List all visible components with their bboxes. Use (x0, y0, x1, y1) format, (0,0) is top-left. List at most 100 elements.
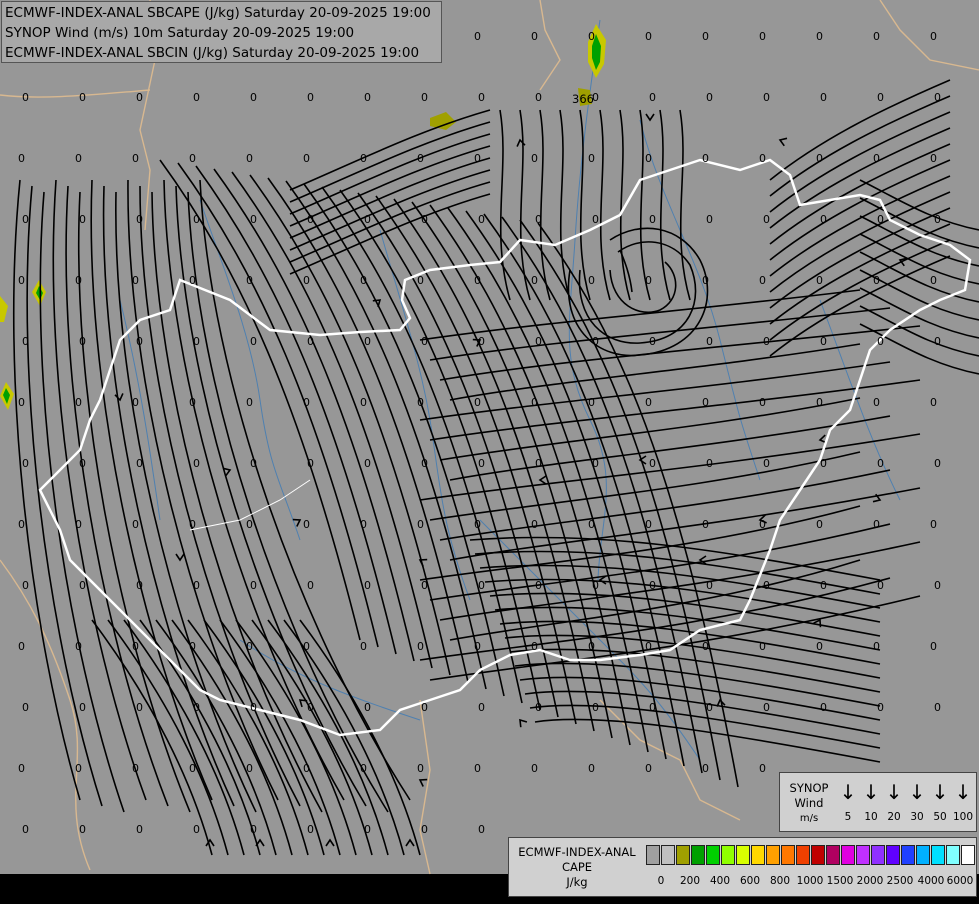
cin-value-150: 0 (307, 579, 314, 592)
cin-value-53: 0 (592, 213, 599, 226)
cin-value-178: 0 (930, 640, 937, 653)
cin-value-186: 0 (421, 701, 428, 714)
cin-value-128: 0 (18, 518, 25, 531)
cin-value-52: 0 (535, 213, 542, 226)
cin-value-65: 0 (303, 274, 310, 287)
cin-value-162: 0 (18, 640, 25, 653)
cin-value-190: 0 (649, 701, 656, 714)
wind-legend-arrow-icon: ↓ (908, 780, 926, 804)
cin-value-136: 0 (474, 518, 481, 531)
cin-value-76: 0 (930, 274, 937, 287)
cape-scale-tick: 2500 (886, 875, 914, 887)
wind-legend-arrow-icon: ↓ (862, 780, 880, 804)
cin-value-85: 0 (478, 335, 485, 348)
cin-value-194: 0 (877, 701, 884, 714)
cin-value-43: 0 (22, 213, 29, 226)
cin-value-137: 0 (531, 518, 538, 531)
cin-value-119: 0 (478, 457, 485, 470)
cin-value-180: 0 (79, 701, 86, 714)
cin-value-96: 0 (132, 396, 139, 409)
cin-value-82: 0 (307, 335, 314, 348)
cin-value-34: 0 (474, 152, 481, 165)
wind-legend-label: SYNOP Wind m/s (784, 781, 834, 826)
cin-value-120: 0 (535, 457, 542, 470)
cin-value-13: 0 (250, 91, 257, 104)
cin-value-42: 0 (930, 152, 937, 165)
cin-value-169: 0 (417, 640, 424, 653)
cape-color-scale (646, 845, 976, 865)
weather-map[interactable]: 0 0 0 0 0 0 0 0 0 0 0 0 0 0 0 0 0 0 0 0 0 0 0 0 0 0 0 0 0 0 0 0 0 0 0 0 0 0 0 0… (0, 0, 979, 900)
cin-value-113: 0 (136, 457, 143, 470)
cin-value-211: 0 (79, 823, 86, 836)
cape-color-swatch (871, 845, 885, 865)
cin-value-148: 0 (193, 579, 200, 592)
cin-value-91: 0 (820, 335, 827, 348)
wind-legend-speed: 5 (844, 811, 852, 823)
cin-value-160: 0 (877, 579, 884, 592)
cin-value-177: 0 (873, 640, 880, 653)
cin-value-179: 0 (22, 701, 29, 714)
cin-value-183: 0 (250, 701, 257, 714)
map-title-box: ECMWF-INDEX-ANAL SBCAPE (J/kg) Saturday … (1, 1, 442, 63)
cape-color-swatch (676, 845, 690, 865)
cin-value-14: 0 (307, 91, 314, 104)
cin-value-67: 0 (417, 274, 424, 287)
cin-value-102: 0 (474, 396, 481, 409)
cin-value-214: 0 (250, 823, 257, 836)
cin-value-24: 0 (877, 91, 884, 104)
cape-value-label: 366 (572, 92, 594, 106)
cape-scale-tick: 4000 (917, 875, 945, 887)
cape-color-swatch (931, 845, 945, 865)
cin-value-197: 0 (75, 762, 82, 775)
cin-value-3: 0 (645, 30, 652, 43)
cin-value-58: 0 (877, 213, 884, 226)
cin-value-198: 0 (132, 762, 139, 775)
cin-value-26: 0 (18, 152, 25, 165)
cin-value-167: 0 (303, 640, 310, 653)
cin-value-203: 0 (417, 762, 424, 775)
cin-value-122: 0 (649, 457, 656, 470)
wind-legend-units: m/s (799, 813, 819, 824)
cin-value-133: 0 (303, 518, 310, 531)
cape-color-swatch (721, 845, 735, 865)
cin-value-15: 0 (364, 91, 371, 104)
cin-value-68: 0 (474, 274, 481, 287)
cin-value-35: 0 (531, 152, 538, 165)
cape-color-swatch (661, 845, 675, 865)
cin-value-116: 0 (307, 457, 314, 470)
wind-legend-arrow-icon: ↓ (885, 780, 903, 804)
wind-legend-subtitle: Wind (794, 796, 824, 810)
cin-value-188: 0 (535, 701, 542, 714)
cin-value-153: 0 (478, 579, 485, 592)
cape-color-swatch (886, 845, 900, 865)
cin-value-138: 0 (588, 518, 595, 531)
cin-value-171: 0 (531, 640, 538, 653)
cin-value-36: 0 (588, 152, 595, 165)
cape-legend-units: J/kg (566, 875, 588, 889)
cape-color-swatch (691, 845, 705, 865)
cin-value-27: 0 (75, 152, 82, 165)
cape-color-swatch (961, 845, 975, 865)
cin-value-172: 0 (588, 640, 595, 653)
cin-value-200: 0 (246, 762, 253, 775)
cin-value-81: 0 (250, 335, 257, 348)
cin-value-164: 0 (132, 640, 139, 653)
cin-value-130: 0 (132, 518, 139, 531)
cin-value-108: 0 (816, 396, 823, 409)
cin-value-141: 0 (759, 518, 766, 531)
cin-value-166: 0 (246, 640, 253, 653)
cin-value-11: 0 (136, 91, 143, 104)
cin-value-209: 0 (759, 762, 766, 775)
cin-value-213: 0 (193, 823, 200, 836)
cin-value-97: 0 (189, 396, 196, 409)
cape-legend-subtitle: CAPE (561, 860, 593, 874)
title-cin: ECMWF-INDEX-ANAL SBCIN (J/kg) Saturday 2… (5, 45, 420, 61)
cin-value-59: 0 (934, 213, 941, 226)
cin-value-152: 0 (421, 579, 428, 592)
cin-value-87: 0 (592, 335, 599, 348)
cape-scale-tick: 800 (769, 875, 791, 887)
cin-value-157: 0 (706, 579, 713, 592)
cape-color-swatch (811, 845, 825, 865)
cin-value-185: 0 (364, 701, 371, 714)
cin-value-187: 0 (478, 701, 485, 714)
